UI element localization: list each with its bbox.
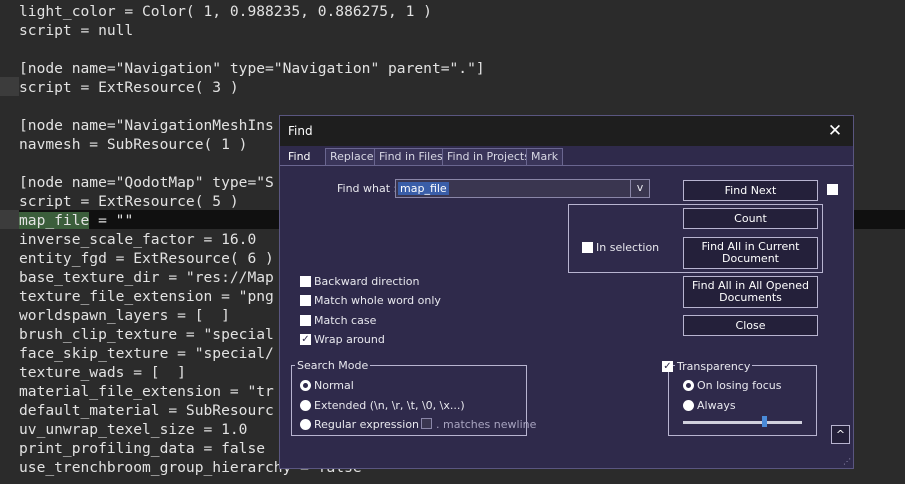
code-line: material_file_extension = "tr [19, 382, 274, 401]
code-line-text: face_skip_texture = "special/ [19, 345, 274, 362]
tab-replace[interactable]: Replace [325, 148, 379, 165]
code-line-text: script = null [19, 22, 134, 39]
in-selection-checkbox[interactable] [582, 242, 593, 253]
tab-strip-divider [280, 165, 853, 166]
code-line: texture_wads = [ ] [19, 363, 186, 382]
code-line: uv_unwrap_texel_size = 1.0 [19, 420, 247, 439]
code-line: worldspawn_layers = [ ] [19, 306, 230, 325]
match-whole-word-checkbox[interactable] [300, 295, 311, 306]
code-line: print_profiling_data = false [19, 439, 265, 458]
collapse-up-button[interactable]: ^ [831, 425, 850, 444]
dialog-title-bar[interactable]: Find ✕ [280, 116, 853, 146]
match-case-label: Match case [314, 314, 377, 327]
backward-direction-checkbox[interactable] [300, 276, 311, 287]
tab-find-in-projects[interactable]: Find in Projects [442, 148, 535, 165]
code-line: map_file = "" [19, 211, 133, 230]
find-history-dropdown-button[interactable]: v [630, 179, 649, 198]
close-icon[interactable]: ✕ [825, 121, 845, 141]
code-line-text: [node name="QodotMap" type="S [19, 174, 274, 191]
count-button[interactable]: Count [683, 208, 818, 229]
normal-radio[interactable] [300, 380, 311, 391]
tab-mark[interactable]: Mark [526, 148, 564, 165]
code-line-text: script = ExtResource( 3 ) [19, 79, 239, 96]
find-what-label: Find what : [337, 182, 398, 195]
dialog-title: Find [288, 124, 313, 138]
code-line-rest: = "" [89, 212, 134, 229]
close-button[interactable]: Close [683, 315, 818, 336]
code-line-text: light_color = Color( 1, 0.988235, 0.8862… [19, 3, 432, 20]
find-next-button[interactable]: Find Next [683, 180, 818, 201]
code-line: light_color = Color( 1, 0.988235, 0.8862… [19, 2, 432, 21]
code-line-text: [node name="Navigation" type="Navigation… [19, 60, 485, 77]
code-line: script = null [19, 21, 133, 40]
fold-marker [0, 77, 19, 96]
code-line-text: material_file_extension = "tr [19, 383, 274, 400]
transparency-checkbox[interactable]: ✓ [662, 361, 673, 372]
code-line: [node name="NavigationMeshIns [19, 116, 274, 135]
code-line: brush_clip_texture = "special [19, 325, 274, 344]
wrap-around-checkbox[interactable]: ✓ [300, 334, 311, 345]
code-line: navmesh = SubResource( 1 ) [19, 135, 247, 154]
wrap-around-label: Wrap around [314, 333, 385, 346]
tab-find-in-files[interactable]: Find in Files [374, 148, 448, 165]
code-line-text: print_profiling_data = false [19, 440, 266, 457]
code-line-text: default_material = SubResourc [19, 402, 274, 419]
on-losing-focus-radio[interactable] [683, 380, 694, 391]
extended-radio[interactable] [300, 400, 311, 411]
resize-grip-icon[interactable]: ⋰ [843, 458, 851, 466]
find-all-opened-documents-button[interactable]: Find All in All Opened Documents [683, 276, 818, 308]
code-line-text: entity_fgd = ExtResource( 6 ) [19, 250, 274, 267]
code-line: [node name="QodotMap" type="S [19, 173, 274, 192]
code-line-text: [node name="NavigationMeshIns [19, 117, 274, 134]
code-line: face_skip_texture = "special/ [19, 344, 274, 363]
code-line: texture_file_extension = "png [19, 287, 274, 306]
find-next-option-checkbox[interactable] [827, 184, 838, 195]
find-what-input[interactable]: map_file [395, 179, 650, 198]
code-line-text: texture_wads = [ ] [19, 364, 186, 381]
find-dialog: Find ✕ Find Replace Find in Files Find i… [279, 115, 854, 469]
transparency-slider[interactable] [683, 421, 802, 424]
on-losing-focus-label: On losing focus [697, 379, 782, 392]
in-selection-label: In selection [596, 241, 660, 254]
code-line: script = ExtResource( 3 ) [19, 78, 239, 97]
always-radio[interactable] [683, 400, 694, 411]
always-label: Always [697, 399, 736, 412]
code-line: [node name="Navigation" type="Navigation… [19, 59, 485, 78]
tab-find[interactable]: Find [284, 149, 315, 166]
code-line-text: base_texture_dir = "res://Map [19, 269, 274, 286]
code-line-text: worldspawn_layers = [ ] [19, 307, 230, 324]
fold-marker [0, 210, 19, 229]
matches-newline-checkbox[interactable] [421, 418, 432, 429]
find-all-current-document-button[interactable]: Find All in Current Document [683, 237, 818, 269]
code-line: default_material = SubResourc [19, 401, 274, 420]
backward-direction-label: Backward direction [314, 275, 420, 288]
extended-label: Extended (\n, \r, \t, \0, \x...) [314, 399, 465, 412]
normal-label: Normal [314, 379, 354, 392]
matches-newline-label: . matches newline [436, 418, 537, 431]
code-line: script = ExtResource( 5 ) [19, 192, 239, 211]
code-line: entity_fgd = ExtResource( 6 ) [19, 249, 274, 268]
code-line-text: inverse_scale_factor = 16.0 [19, 231, 257, 248]
code-line-text: brush_clip_texture = "special [19, 326, 274, 343]
transparency-title: Transparency [675, 360, 753, 373]
regular-expression-label: Regular expression [314, 418, 420, 431]
transparency-slider-thumb[interactable] [761, 416, 767, 427]
regular-expression-radio[interactable] [300, 419, 311, 430]
code-line-text: script = ExtResource( 5 ) [19, 193, 239, 210]
code-line-text: navmesh = SubResource( 1 ) [19, 136, 248, 153]
code-line: inverse_scale_factor = 16.0 [19, 230, 256, 249]
code-line: base_texture_dir = "res://Map [19, 268, 274, 287]
search-mode-title: Search Mode [295, 359, 371, 372]
match-whole-word-label: Match whole word only [314, 294, 441, 307]
code-line-text: map_file [19, 212, 90, 229]
code-line-text: texture_file_extension = "png [19, 288, 274, 305]
match-case-checkbox[interactable] [300, 315, 311, 326]
code-line-text: uv_unwrap_texel_size = 1.0 [19, 421, 248, 438]
find-what-value: map_file [398, 182, 449, 195]
